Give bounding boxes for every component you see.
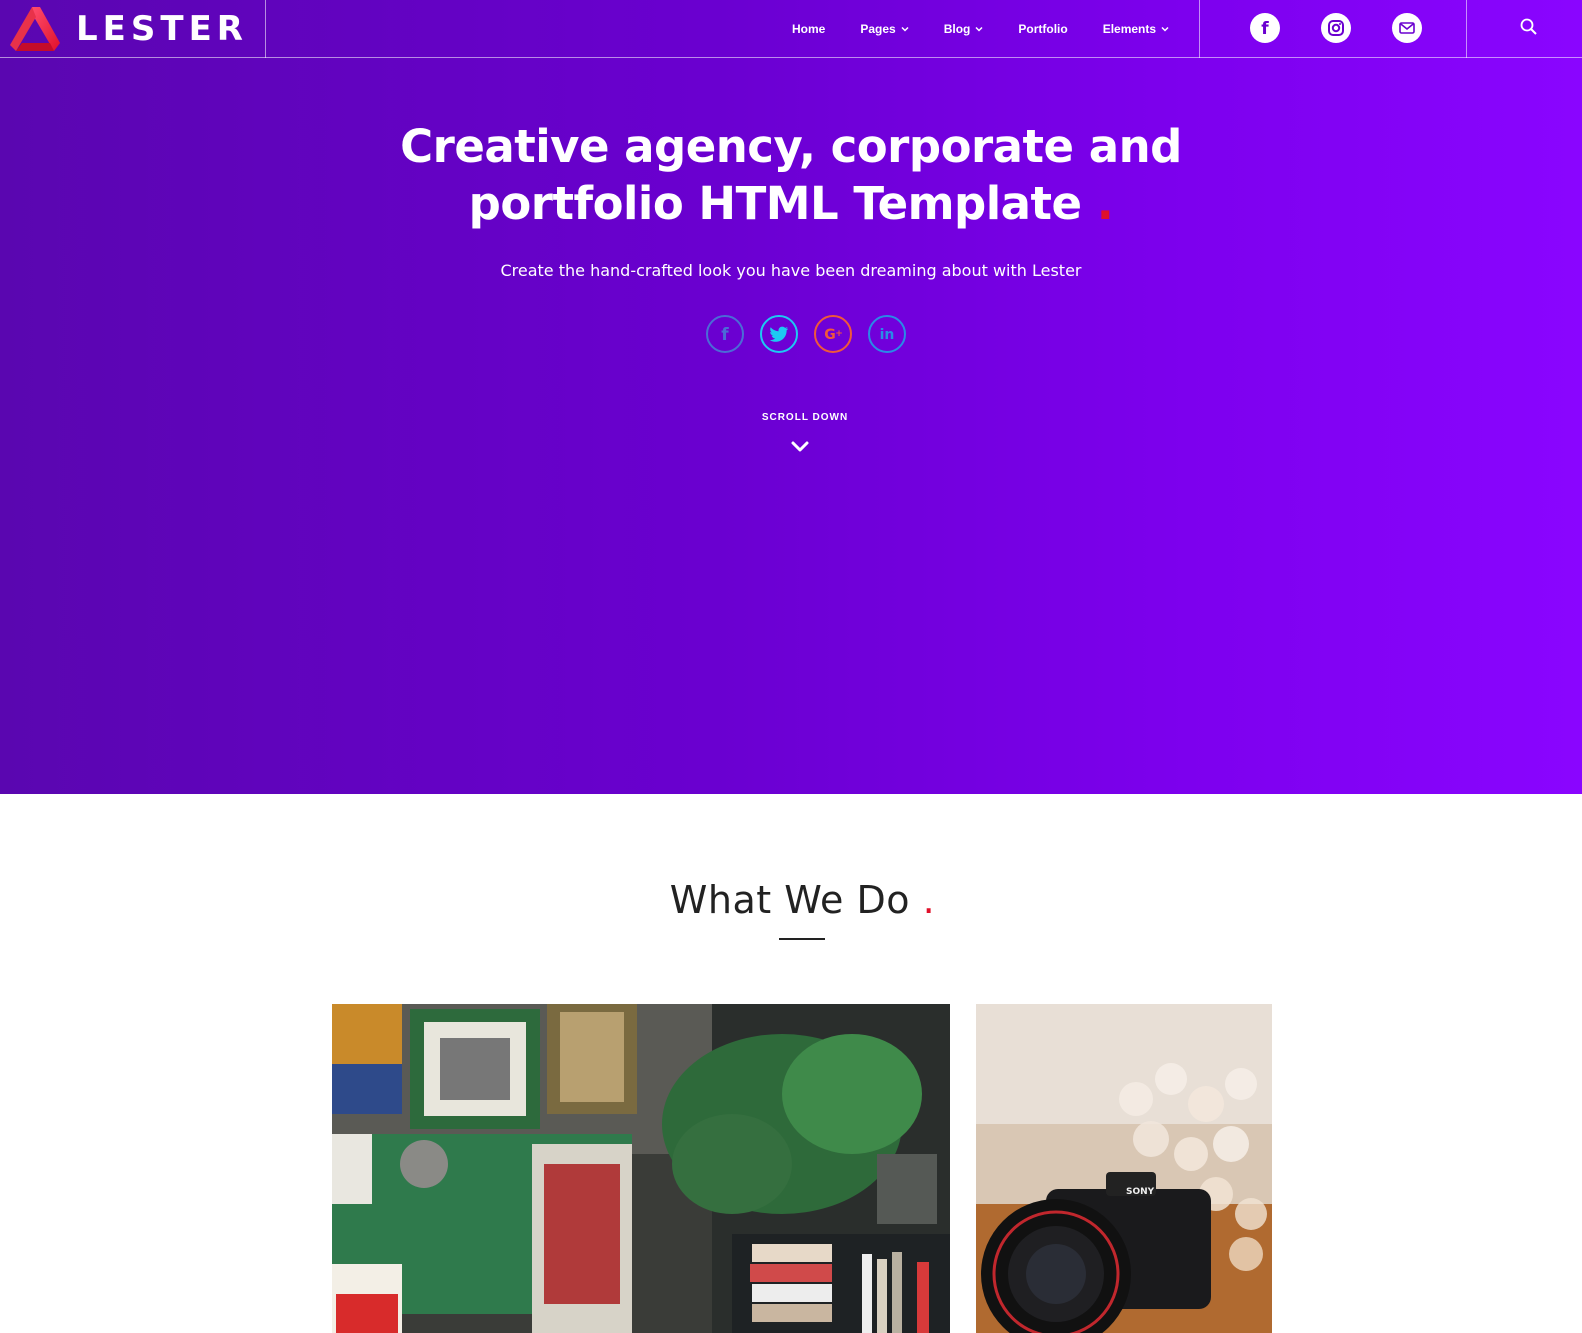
brand-logo[interactable]: LESTER bbox=[10, 6, 248, 52]
svg-text:in: in bbox=[880, 327, 895, 342]
hero-title-line2-wrap: portfolio HTML Template . bbox=[0, 175, 1582, 232]
chevron-down-icon bbox=[1161, 26, 1169, 32]
nav-item-elements[interactable]: Elements bbox=[1103, 22, 1169, 36]
chevron-down-icon bbox=[975, 26, 983, 32]
main-menu: Home Pages Blog Portfolio Elements bbox=[770, 0, 1204, 58]
instagram-icon bbox=[1328, 20, 1344, 36]
nav-divider bbox=[265, 0, 266, 58]
hero-title-dot: . bbox=[1096, 177, 1114, 230]
hero-facebook-button[interactable]: f bbox=[706, 315, 744, 353]
hero-twitter-button[interactable] bbox=[760, 315, 798, 353]
feature-image-interior[interactable] bbox=[332, 1004, 950, 1333]
nav-item-label: Blog bbox=[943, 22, 971, 36]
nav-item-label: Elements bbox=[1102, 22, 1157, 36]
nav-item-blog[interactable]: Blog bbox=[944, 22, 984, 36]
linkedin-icon: in bbox=[880, 327, 895, 342]
instagram-button[interactable] bbox=[1321, 13, 1351, 43]
svg-text:f: f bbox=[1261, 19, 1269, 37]
nav-item-label: Home bbox=[792, 22, 826, 36]
hero-subtitle: Create the hand-crafted look you have be… bbox=[500, 261, 1082, 280]
section-title: What We Do . bbox=[0, 878, 1582, 922]
svg-text:+: + bbox=[835, 329, 843, 339]
nav-item-label: Portfolio bbox=[1018, 22, 1068, 36]
feature-image-camera[interactable]: SONY bbox=[976, 1004, 1272, 1333]
hero-title-line1: Creative agency, corporate and bbox=[400, 120, 1182, 173]
nav-item-portfolio[interactable]: Portfolio bbox=[1018, 22, 1067, 36]
brand-name: LESTER bbox=[76, 9, 248, 49]
section-title-text: What We Do bbox=[669, 878, 911, 922]
search-icon[interactable] bbox=[1518, 16, 1540, 38]
facebook-button[interactable]: f bbox=[1250, 13, 1280, 43]
svg-text:G: G bbox=[824, 327, 836, 342]
section-title-underline bbox=[779, 938, 825, 940]
nav-divider bbox=[1199, 0, 1200, 58]
interior-photo bbox=[332, 1004, 950, 1333]
top-navbar: LESTER Home Pages Blog Portfolio Element… bbox=[0, 0, 1582, 58]
hero-linkedin-button[interactable]: in bbox=[868, 315, 906, 353]
mail-button[interactable] bbox=[1392, 13, 1422, 43]
twitter-icon bbox=[769, 326, 788, 342]
facebook-icon: f bbox=[1261, 19, 1269, 37]
svg-text:f: f bbox=[721, 325, 729, 343]
svg-text:SONY: SONY bbox=[1126, 1187, 1155, 1197]
hero-social-links: f G + in bbox=[706, 315, 922, 353]
nav-item-home[interactable]: Home bbox=[792, 22, 825, 36]
camera-photo: SONY bbox=[976, 1004, 1272, 1333]
mail-icon bbox=[1399, 22, 1415, 34]
google-plus-icon: G + bbox=[824, 327, 843, 342]
facebook-icon: f bbox=[721, 325, 729, 343]
nav-item-label: Pages bbox=[860, 22, 896, 36]
nav-item-pages[interactable]: Pages bbox=[860, 22, 909, 36]
chevron-down-icon[interactable] bbox=[790, 440, 810, 454]
brand-logo-mark bbox=[10, 7, 60, 51]
hero-google-plus-button[interactable]: G + bbox=[814, 315, 852, 353]
hero-title: Creative agency, corporate and portfolio… bbox=[0, 118, 1582, 232]
nav-divider bbox=[1466, 0, 1467, 58]
section-title-dot: . bbox=[922, 878, 936, 922]
chevron-down-icon bbox=[901, 26, 909, 32]
scroll-down-label[interactable]: SCROLL DOWN bbox=[0, 412, 1582, 423]
hero-title-line2: portfolio HTML Template bbox=[468, 177, 1082, 230]
